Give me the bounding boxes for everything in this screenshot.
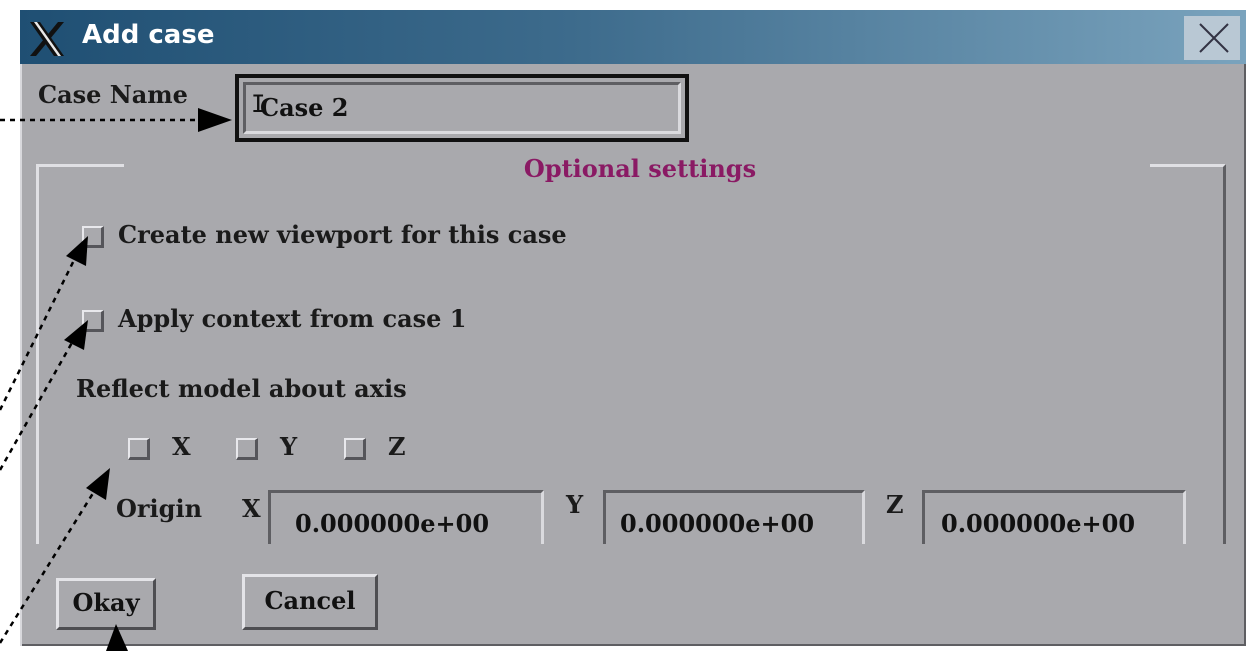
annotation-arrows xyxy=(0,108,232,651)
arrow-head-okay xyxy=(106,624,128,651)
arrow-head-viewport xyxy=(66,236,88,266)
arrow-head-reflect xyxy=(86,468,110,500)
arrow-head-case-name xyxy=(198,108,232,132)
arrow-head-context xyxy=(64,320,88,350)
